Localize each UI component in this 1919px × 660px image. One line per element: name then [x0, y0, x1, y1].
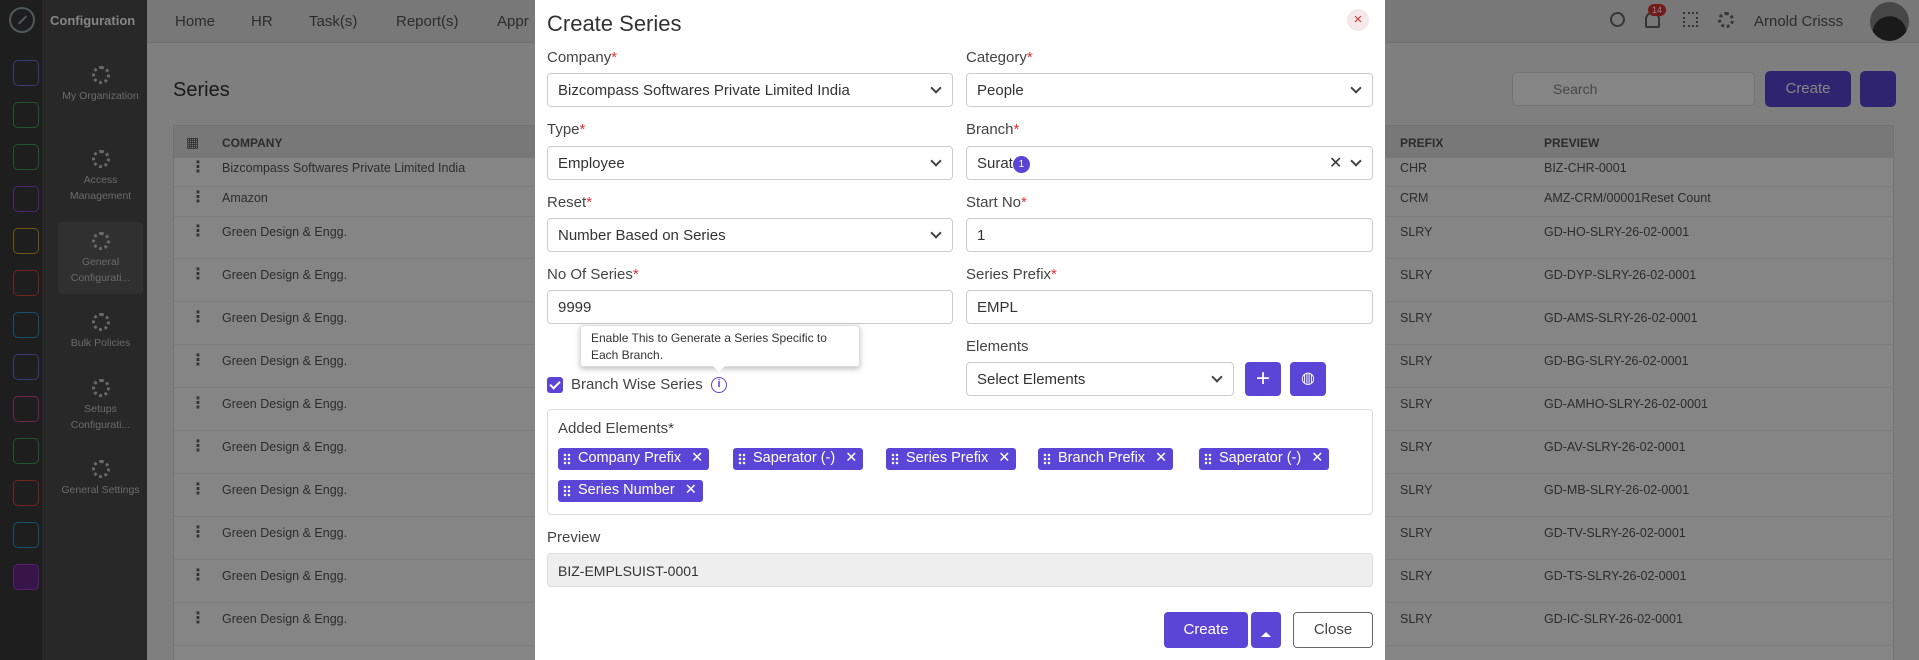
element-chip[interactable]: Series Number ✕: [558, 480, 703, 502]
branch-value: Surat: [977, 155, 1013, 172]
chevron-down-icon: [930, 155, 942, 167]
series-prefix-label: Series Prefix*: [966, 266, 1057, 283]
chevron-down-icon: [1211, 371, 1223, 383]
modal-title: Create Series: [547, 11, 682, 36]
chevron-down-icon: [930, 227, 942, 239]
chevron-up-icon[interactable]: [1251, 612, 1281, 648]
start-no-label: Start No*: [966, 194, 1027, 211]
added-elements-label: Added Elements*: [558, 420, 674, 437]
branch-select[interactable]: Surat 1 ✕: [966, 146, 1373, 180]
chevron-down-icon: [1350, 155, 1362, 167]
element-chip[interactable]: Series Prefix ✕: [886, 448, 1017, 470]
modal-close-button[interactable]: Close: [1293, 612, 1373, 648]
add-element-button[interactable]: +: [1245, 362, 1281, 396]
elements-select[interactable]: Select Elements: [966, 362, 1234, 396]
drag-handle-icon[interactable]: [891, 453, 899, 465]
type-value: Employee: [558, 155, 625, 172]
branch-count-badge: 1: [1012, 156, 1030, 173]
start-no-input[interactable]: 1: [966, 218, 1373, 252]
create-series-modal: Create Series × Company* Bizcompass Soft…: [535, 0, 1385, 660]
type-select[interactable]: Employee: [547, 146, 953, 180]
remove-icon[interactable]: ✕: [685, 482, 697, 498]
reset-select[interactable]: Number Based on Series: [547, 218, 953, 252]
palette-icon[interactable]: ◍: [1290, 362, 1326, 396]
branch-wise-tooltip: Enable This to Generate a Series Specifi…: [580, 325, 860, 372]
elements-placeholder: Select Elements: [977, 371, 1086, 388]
element-chip[interactable]: Company Prefix ✕: [558, 448, 710, 470]
clear-icon[interactable]: ✕: [1329, 153, 1342, 173]
no-of-series-label: No Of Series*: [547, 266, 639, 283]
category-select[interactable]: People: [966, 73, 1373, 107]
info-icon[interactable]: i: [711, 377, 727, 393]
preview-label: Preview: [547, 529, 601, 546]
drag-handle-icon[interactable]: [738, 453, 746, 465]
remove-icon[interactable]: ✕: [1311, 450, 1323, 466]
company-select[interactable]: Bizcompass Softwares Private Limited Ind…: [547, 73, 953, 107]
reset-value: Number Based on Series: [558, 227, 726, 244]
element-chip[interactable]: Saperator (-) ✕: [733, 448, 864, 470]
company-value: Bizcompass Softwares Private Limited Ind…: [558, 82, 850, 99]
drag-handle-icon[interactable]: [1043, 453, 1051, 465]
remove-icon[interactable]: ✕: [845, 450, 857, 466]
type-label: Type*: [547, 121, 586, 138]
branch-label: Branch*: [966, 121, 1020, 138]
series-prefix-input[interactable]: EMPL: [966, 290, 1373, 324]
element-chip[interactable]: Branch Prefix ✕: [1038, 448, 1174, 470]
element-chip[interactable]: Saperator (-) ✕: [1199, 448, 1330, 470]
remove-icon[interactable]: ✕: [1155, 450, 1167, 466]
remove-icon[interactable]: ✕: [998, 450, 1010, 466]
remove-icon[interactable]: ✕: [691, 450, 703, 466]
modal-create-button[interactable]: Create: [1164, 612, 1248, 648]
preview-value: BIZ-EMPLSUIST-0001: [547, 553, 1373, 587]
company-label: Company*: [547, 49, 618, 66]
chevron-down-icon: [930, 82, 942, 94]
category-value: People: [977, 82, 1024, 99]
added-elements-box: Added Elements* Company Prefix ✕ Saperato…: [547, 409, 1373, 515]
category-label: Category*: [966, 49, 1033, 66]
drag-handle-icon[interactable]: [563, 485, 571, 497]
chevron-down-icon: [1350, 82, 1362, 94]
no-of-series-input[interactable]: 9999: [547, 290, 953, 324]
reset-label: Reset*: [547, 194, 593, 211]
branch-wise-label: Branch Wise Series: [571, 376, 703, 393]
drag-handle-icon[interactable]: [1204, 453, 1212, 465]
elements-label: Elements: [966, 338, 1029, 355]
branch-wise-checkbox[interactable]: [547, 377, 563, 393]
drag-handle-icon[interactable]: [563, 453, 571, 465]
close-icon[interactable]: ×: [1347, 9, 1369, 31]
